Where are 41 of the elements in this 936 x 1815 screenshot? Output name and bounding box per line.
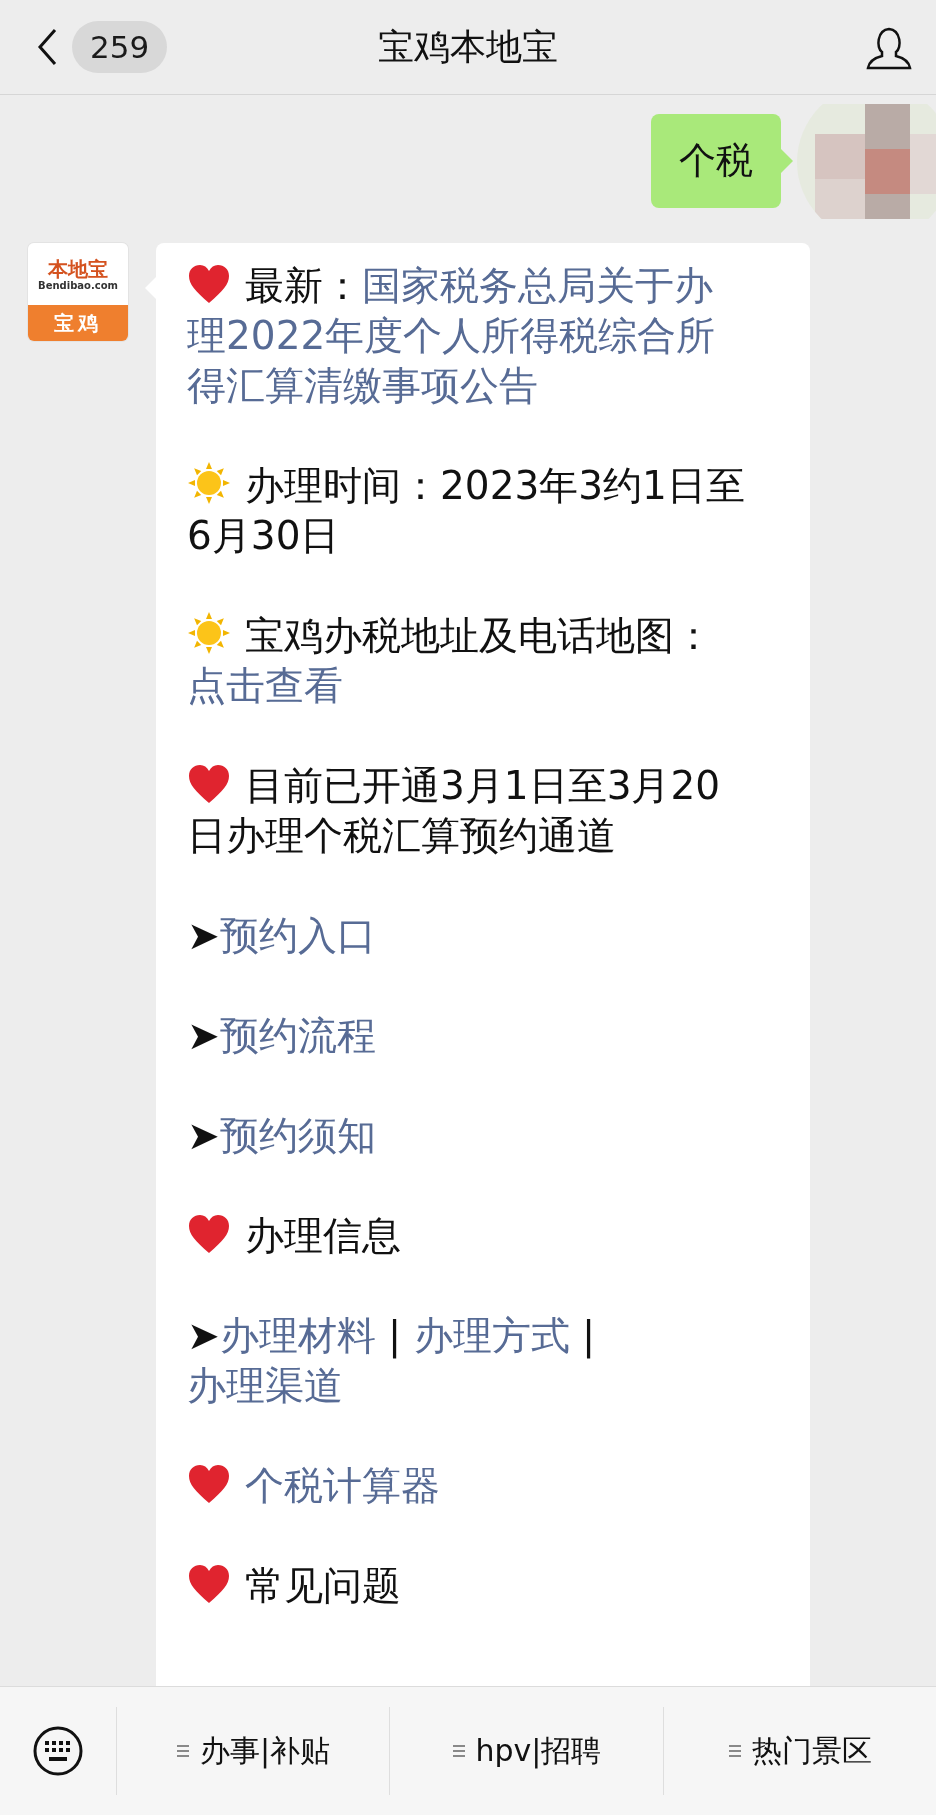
link[interactable]: 个税计算器 xyxy=(245,1463,440,1508)
link[interactable]: 预约流程 xyxy=(219,1013,376,1058)
arrow-marker: ➤ xyxy=(187,1313,220,1358)
link[interactable]: 预约入口 xyxy=(219,913,376,958)
unread-count: 259 xyxy=(72,21,168,73)
paragraph: 目前已开通3月1日至3月20日办理个税汇算预约通道 xyxy=(187,762,722,860)
heart-icon xyxy=(187,1213,231,1255)
menu-icon xyxy=(176,1744,191,1758)
link[interactable]: 理2022年度个人所得税综合所 xyxy=(187,313,716,358)
paragraph: 宝鸡办税地址及电话地图： 点击查看 xyxy=(187,611,714,710)
sun-icon xyxy=(187,461,231,505)
link[interactable]: 预约须知 xyxy=(219,1113,376,1158)
menu-button[interactable]: 热门景区 xyxy=(662,1707,936,1795)
arrow-marker: ➤ xyxy=(187,1013,220,1058)
heart-icon xyxy=(187,1463,231,1505)
link[interactable]: 办理材料 xyxy=(219,1313,376,1358)
paragraph: ➤办理材料 | 办理方式 | 办理渠道 xyxy=(187,1312,597,1410)
paragraph: 常见问题 xyxy=(187,1561,749,1611)
arrow-marker: ➤ xyxy=(187,1113,220,1158)
logo-domain: Bendibao.com xyxy=(38,279,118,291)
heart-icon xyxy=(187,1563,231,1605)
chat-title: 宝鸡本地宝 xyxy=(378,24,558,69)
link[interactable]: 得汇算清缴事项公告 xyxy=(187,363,538,408)
heart-icon xyxy=(187,263,231,305)
paragraph: 办理时间：2023年3约1日至6月30日 xyxy=(187,461,746,560)
link[interactable]: 办理方式 xyxy=(413,1313,570,1358)
heart-icon xyxy=(187,763,231,805)
paragraph: 最新：国家税务总局关于办 理2022年度个人所得税综合所 得汇算清缴事项公告 xyxy=(187,262,717,410)
link[interactable]: 点击查看 xyxy=(187,663,343,708)
link[interactable]: 国家税务总局关于办 xyxy=(362,263,713,308)
sun-icon xyxy=(187,611,231,655)
link[interactable]: 办理渠道 xyxy=(187,1363,343,1408)
menu-icon xyxy=(727,1744,742,1758)
arrow-marker: ➤ xyxy=(187,913,220,958)
logo-brand: 本地宝 xyxy=(48,257,108,280)
menu-button[interactable]: 办事|补贴 xyxy=(116,1707,390,1795)
menu-icon xyxy=(451,1744,466,1758)
back-icon[interactable] xyxy=(36,27,58,67)
menu-button[interactable]: hpv|招聘 xyxy=(389,1707,663,1795)
logo-city: 宝鸡 xyxy=(54,309,102,337)
paragraph: 办理信息 xyxy=(187,1211,749,1261)
